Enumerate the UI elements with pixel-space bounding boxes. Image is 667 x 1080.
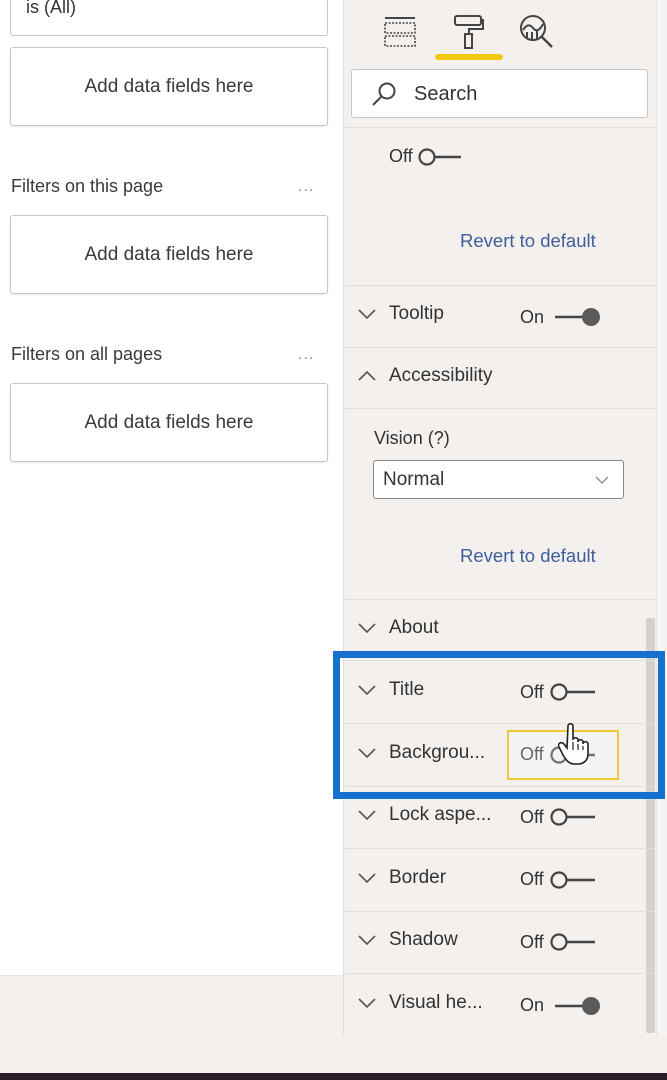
tooltip-section-header[interactable]: Tooltip On — [345, 286, 656, 346]
section-label: About — [389, 617, 439, 638]
revert-to-default-link[interactable]: Revert to default — [460, 230, 596, 252]
divider — [345, 408, 656, 409]
section-label: Visual he... — [389, 991, 483, 1013]
chevron-down-icon — [358, 810, 376, 821]
search-icon — [372, 82, 396, 106]
visual-header-section-header[interactable]: Visual he... On — [345, 975, 656, 1035]
vision-dropdown[interactable]: Normal — [373, 460, 624, 499]
toggle-label: Off — [520, 681, 544, 702]
active-tab-indicator — [435, 54, 503, 60]
border-toggle[interactable]: Off — [520, 869, 597, 891]
filter-value: is (All) — [26, 0, 76, 17]
border-section-header[interactable]: Border Off — [345, 850, 656, 910]
paint-roller-icon — [454, 15, 484, 49]
visual-filters-drop-zone[interactable]: Add data fields here — [10, 47, 328, 126]
section-label: Title — [389, 679, 425, 700]
lock-aspect-section-header[interactable]: Lock aspe... Off — [345, 787, 656, 847]
search-input[interactable] — [414, 78, 634, 110]
section-label: Border — [389, 866, 447, 888]
chevron-down-icon — [595, 476, 609, 484]
drop-zone-text: Add data fields here — [84, 75, 254, 97]
section-label: Tooltip — [389, 303, 444, 324]
chevron-down-icon — [358, 997, 376, 1008]
taskbar — [0, 1073, 667, 1080]
left-pane-footer — [0, 975, 343, 1035]
divider — [345, 660, 656, 661]
format-search-box[interactable] — [351, 69, 648, 118]
format-tab[interactable] — [449, 12, 489, 52]
section-label: Lock aspe... — [389, 804, 492, 825]
section-label: Accessibility — [389, 365, 493, 386]
drop-zone-text: Add data fields here — [84, 411, 254, 433]
all-pages-filters-drop-zone[interactable]: Add data fields here — [10, 383, 328, 462]
title-section-header[interactable]: Title Off — [345, 662, 656, 722]
toggle-label: Off — [520, 806, 544, 827]
title-toggle[interactable]: Off — [520, 681, 597, 703]
chevron-down-icon — [358, 747, 376, 758]
toggle-label: Off — [520, 931, 544, 952]
lock-aspect-toggle[interactable]: Off — [520, 806, 597, 828]
toggle-on-icon — [555, 996, 601, 1015]
drop-zone-text: Add data fields here — [84, 243, 254, 265]
chevron-down-icon — [358, 872, 376, 883]
toggle-on-icon — [555, 308, 601, 326]
chevron-down-icon — [358, 623, 376, 634]
more-options-icon[interactable]: ... — [298, 178, 314, 196]
vision-label: Vision (?) — [374, 428, 450, 448]
about-section-header[interactable]: About — [345, 600, 656, 660]
shadow-toggle[interactable]: Off — [520, 931, 597, 953]
toggle-off-icon — [418, 147, 461, 166]
page-filters-drop-zone[interactable]: Add data fields here — [10, 215, 328, 294]
analytics-magnifier-icon — [520, 15, 553, 48]
chevron-down-icon — [358, 935, 376, 946]
toggle-label: On — [520, 995, 545, 1015]
toggle-off-icon — [550, 683, 595, 701]
toggle-off-icon — [550, 808, 595, 826]
section-label: Shadow — [389, 929, 458, 950]
divider — [345, 127, 656, 128]
section-label: Backgrou... — [389, 741, 486, 763]
filters-on-page-label: Filters on this page — [11, 176, 164, 196]
toggle-label: Off — [520, 869, 544, 889]
toggle-label: On — [520, 306, 545, 327]
toggle-off-icon — [550, 870, 595, 889]
analytics-tab[interactable] — [517, 12, 557, 52]
visual-filter-card[interactable]: is (All) — [10, 0, 328, 36]
section-toggle[interactable]: Off — [389, 146, 462, 167]
toggle-label: Off — [389, 146, 413, 166]
chevron-up-icon — [358, 370, 376, 381]
more-options-icon[interactable]: ... — [298, 346, 314, 364]
chevron-down-icon — [358, 685, 376, 696]
chevron-down-icon — [358, 309, 376, 320]
fields-icon — [384, 17, 416, 47]
filters-pane: is (All) Add data fields here Filters on… — [0, 0, 343, 975]
filters-on-all-pages-label: Filters on all pages — [11, 344, 163, 364]
toggle-off-icon — [550, 933, 595, 951]
revert-to-default-link[interactable]: Revert to default — [460, 545, 596, 567]
pane-scroll-track[interactable] — [656, 0, 667, 1035]
tooltip-toggle[interactable]: On — [520, 305, 603, 329]
fields-tab[interactable] — [380, 12, 420, 52]
keyboard-focus-outline — [507, 730, 619, 780]
shadow-section-header[interactable]: Shadow Off — [345, 912, 656, 972]
accessibility-section-header[interactable]: Accessibility — [345, 348, 656, 408]
visual-header-toggle[interactable]: On — [520, 994, 603, 1018]
vision-selected-value: Normal — [383, 469, 445, 490]
